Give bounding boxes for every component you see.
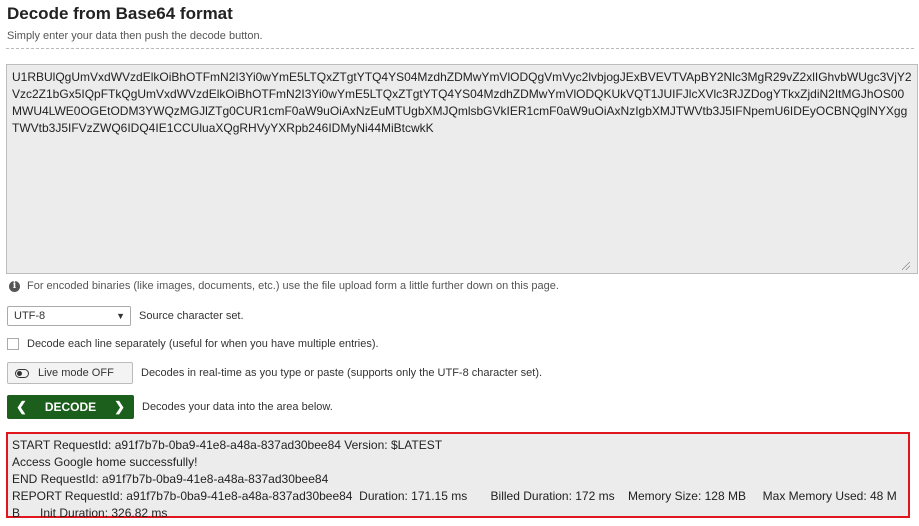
charset-row: UTF-8 ▼ Source character set. — [7, 306, 244, 326]
decoded-output-textarea[interactable]: START RequestId: a91f7b7b-0ba9-41e8-a48a… — [6, 432, 910, 520]
live-mode-button[interactable]: Live mode OFF — [7, 362, 133, 384]
live-mode-button-label: Live mode OFF — [38, 367, 114, 379]
decode-description: Decodes your data into the area below. — [142, 401, 333, 413]
binary-upload-note-text: For encoded binaries (like images, docum… — [27, 280, 559, 292]
output-line: END RequestId: a91f7b7b-0ba9-41e8-a48a-8… — [12, 472, 329, 486]
decode-button-label: DECODE — [44, 400, 97, 414]
charset-selected-value: UTF-8 — [14, 310, 46, 322]
charset-select[interactable]: UTF-8 ▼ — [7, 306, 131, 326]
decode-each-line-checkbox[interactable] — [7, 338, 19, 350]
each-line-row: Decode each line separately (useful for … — [7, 338, 379, 350]
output-line: START RequestId: a91f7b7b-0ba9-41e8-a48a… — [12, 438, 443, 452]
textarea-resize-handle[interactable] — [902, 262, 910, 270]
divider — [6, 48, 914, 49]
toggle-icon — [15, 368, 29, 378]
base64-input-textarea[interactable]: U1RBUlQgUmVxdWVzdElkOiBhOTFmN2I3Yi0wYmE5… — [6, 64, 918, 274]
binary-upload-note: i For encoded binaries (like images, doc… — [9, 280, 559, 292]
chevron-right-icon: ❯ — [114, 399, 125, 414]
output-line: B Init Duration: 326.82 ms — [12, 506, 168, 520]
live-mode-row: Live mode OFF Decodes in real-time as yo… — [7, 362, 542, 384]
decode-row: ❮ DECODE ❯ Decodes your data into the ar… — [7, 395, 333, 419]
chevron-left-icon: ❮ — [16, 399, 27, 414]
decode-button[interactable]: ❮ DECODE ❯ — [7, 395, 134, 419]
live-mode-description: Decodes in real-time as you type or past… — [141, 367, 543, 379]
output-line: Access Google home successfully! — [12, 455, 198, 469]
decode-each-line-label: Decode each line separately (useful for … — [27, 338, 379, 350]
output-line: REPORT RequestId: a91f7b7b-0ba9-41e8-a48… — [12, 489, 897, 503]
info-icon: i — [9, 280, 20, 292]
charset-label: Source character set. — [139, 310, 244, 322]
page-title: Decode from Base64 format — [7, 4, 233, 23]
chevron-down-icon: ▼ — [116, 311, 125, 321]
page: Decode from Base64 format Simply enter y… — [0, 0, 919, 526]
page-subtitle: Simply enter your data then push the dec… — [7, 30, 263, 42]
